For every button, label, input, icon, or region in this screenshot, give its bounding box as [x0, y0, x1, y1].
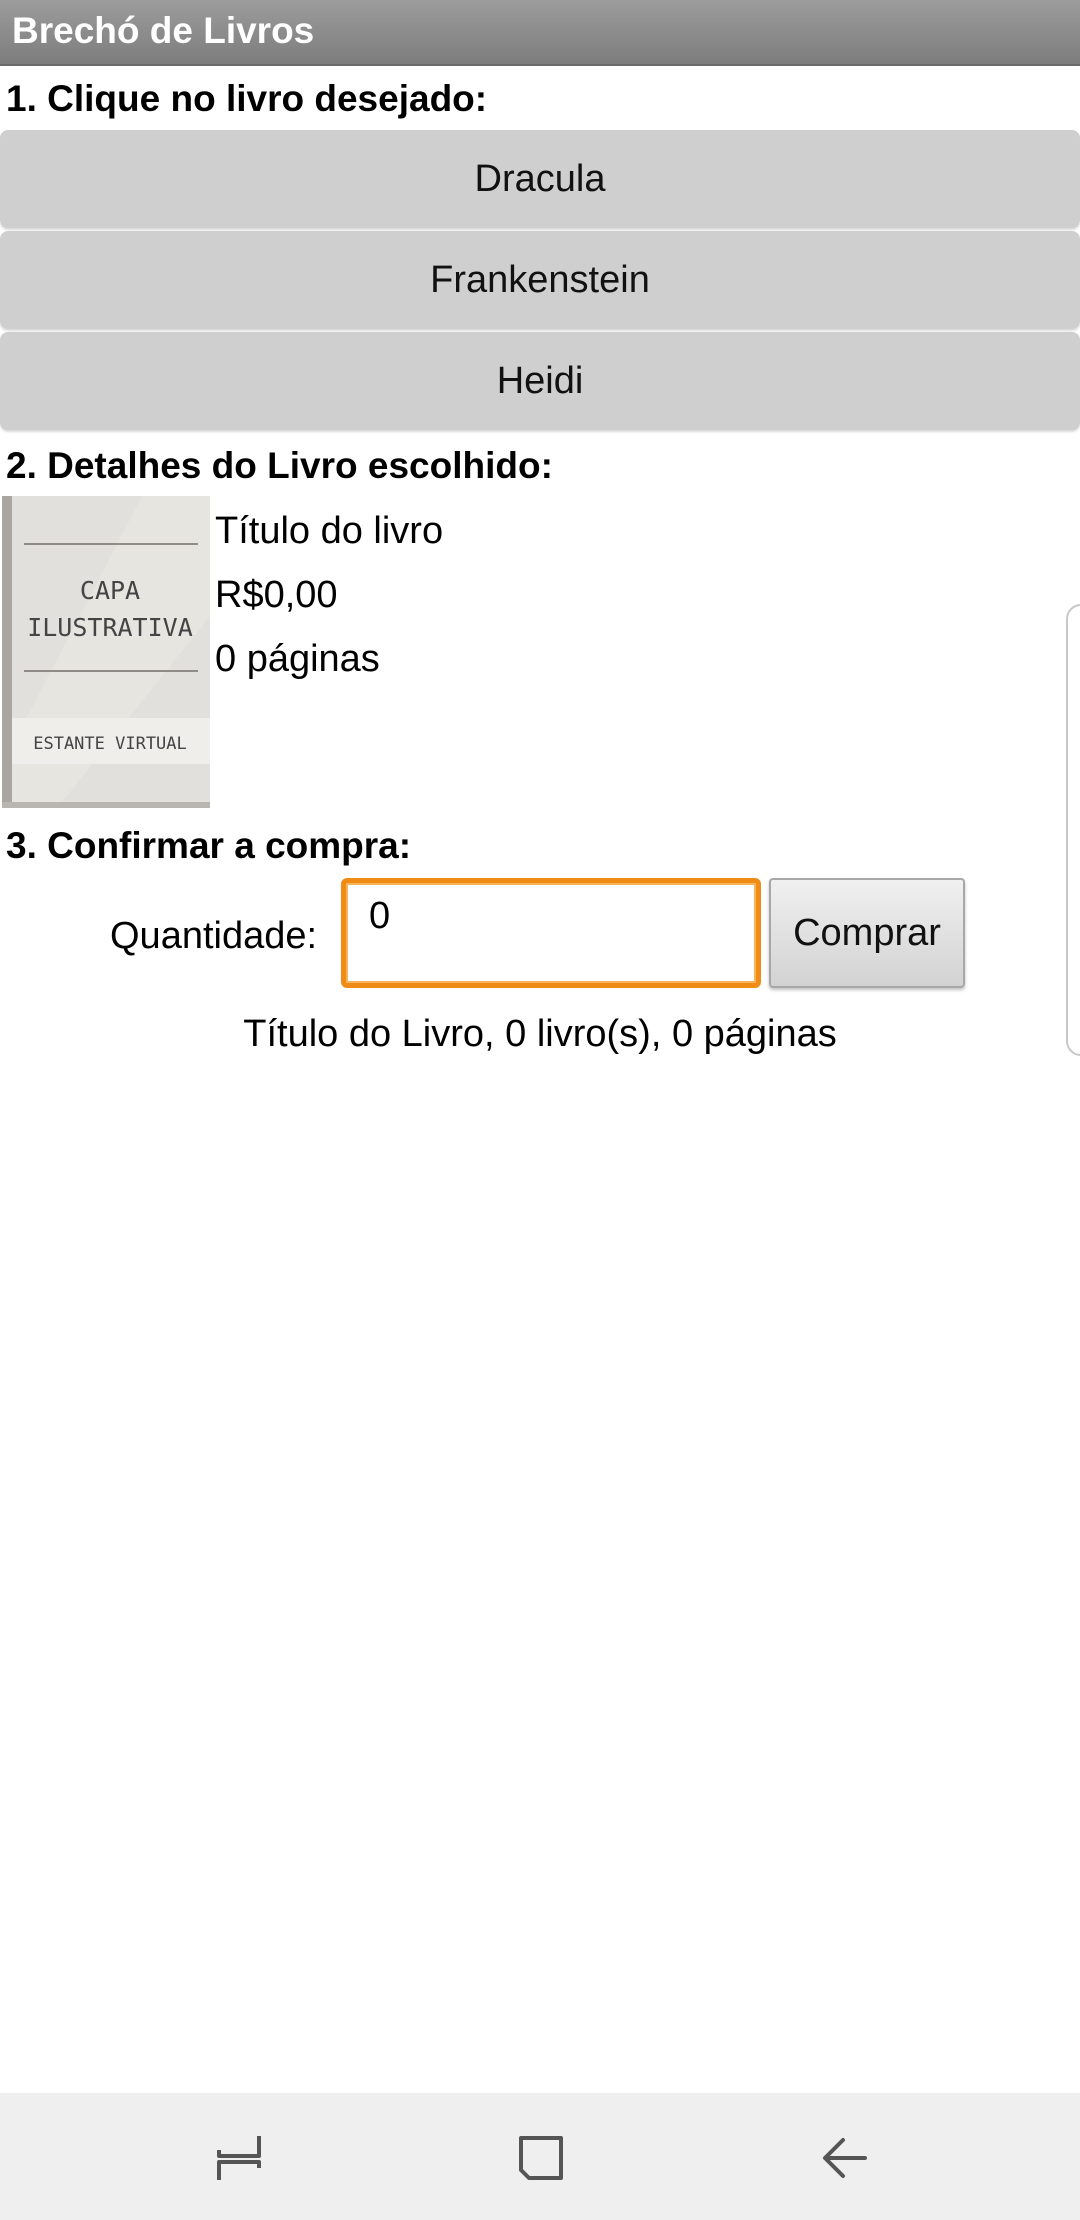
recent-apps-icon[interactable]	[194, 2113, 284, 2203]
book-pages: 0 páginas	[215, 638, 380, 680]
step3-label: 3. Confirmar a compra:	[6, 825, 412, 866]
home-icon[interactable]	[496, 2113, 586, 2203]
book-cover-image: CAPA ILUSTRATIVA ESTANTE VIRTUAL	[2, 496, 210, 808]
title-bar: Brechó de Livros	[0, 0, 1080, 66]
quantity-input[interactable]: 0	[341, 878, 761, 988]
quantity-label: Quantidade:	[110, 915, 318, 957]
purchase-summary: Título do Livro, 0 livro(s), 0 páginas	[243, 1013, 837, 1055]
app-screen: Brechó de Livros 1. Clique no livro dese…	[0, 0, 1080, 2220]
book-price: R$0,00	[215, 574, 338, 616]
step1-label: 1. Clique no livro desejado:	[6, 78, 488, 119]
cover-footer-text: ESTANTE VIRTUAL	[33, 734, 187, 754]
step2-label: 2. Detalhes do Livro escolhido:	[6, 445, 553, 486]
navigation-bar	[0, 2093, 1080, 2220]
back-icon[interactable]	[800, 2113, 890, 2203]
book-button-heidi[interactable]: Heidi	[0, 332, 1080, 430]
buy-button[interactable]: Comprar	[769, 878, 965, 988]
book-title: Título do livro	[215, 510, 444, 552]
cover-text-line2: ILUSTRATIVA	[27, 613, 193, 642]
book-button-frankenstein[interactable]: Frankenstein	[0, 231, 1080, 329]
book-button-dracula[interactable]: Dracula	[0, 130, 1080, 228]
edge-panel-handle[interactable]	[1066, 604, 1080, 1056]
app-title: Brechó de Livros	[12, 10, 315, 51]
cover-text-line1: CAPA	[80, 576, 140, 605]
